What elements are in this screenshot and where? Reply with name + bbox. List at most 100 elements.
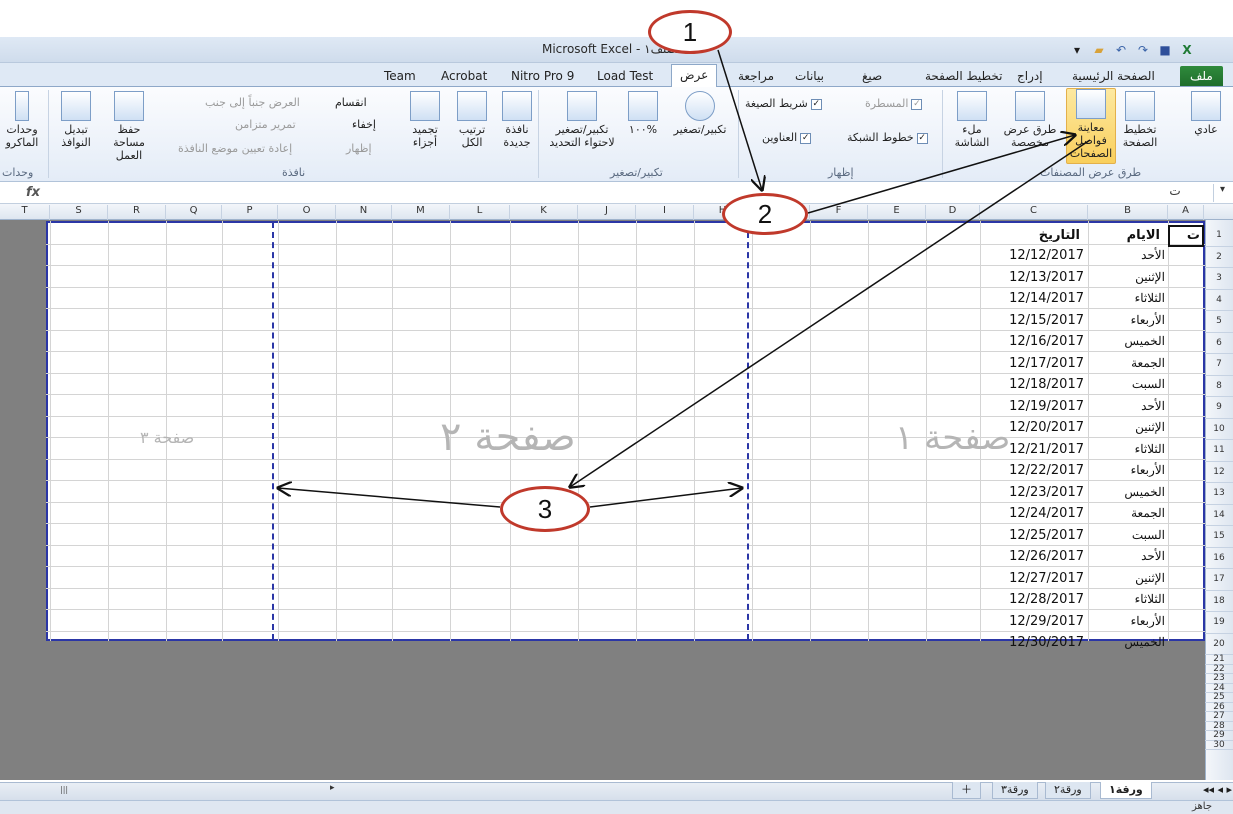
insert-sheet-icon[interactable]: ＋	[952, 782, 981, 799]
column-header[interactable]: P	[222, 205, 278, 220]
date-cell[interactable]: 12/17/2017	[982, 356, 1084, 371]
open-icon[interactable]: ▰	[1090, 41, 1108, 59]
row-header[interactable]: 19	[1205, 612, 1233, 634]
column-header[interactable]: F	[810, 205, 868, 220]
split-button[interactable]: انقسام	[335, 96, 367, 109]
date-cell[interactable]: 12/30/2017	[982, 635, 1084, 650]
column-header[interactable]: R	[108, 205, 166, 220]
sheet-tab-1[interactable]: ورقة١	[1100, 782, 1152, 799]
day-cell[interactable]: الخميس	[1090, 334, 1165, 348]
ruler-checkbox[interactable]: ✓المسطرة	[865, 97, 923, 110]
page-break-line[interactable]	[272, 222, 274, 640]
column-header[interactable]: J	[578, 205, 636, 220]
row-header[interactable]: 13	[1205, 483, 1233, 505]
save-workspace-button[interactable]: حفظ مساحة العمل	[100, 91, 158, 163]
tab-review[interactable]: مراجعة	[738, 66, 774, 86]
day-cell[interactable]: السبت	[1090, 528, 1165, 542]
header-cell-date[interactable]: التاريخ	[990, 228, 1080, 243]
header-cell-days[interactable]: الايام	[1100, 228, 1160, 243]
date-cell[interactable]: 12/15/2017	[982, 313, 1084, 328]
switch-windows-button[interactable]: تبديل النوافذ	[54, 91, 98, 163]
new-window-button[interactable]: نافذة جديدة	[498, 91, 536, 163]
date-cell[interactable]: 12/24/2017	[982, 506, 1084, 521]
column-header[interactable]: I	[636, 205, 694, 220]
row-header[interactable]: 18	[1205, 591, 1233, 612]
name-box[interactable]: ت	[1150, 184, 1200, 202]
tab-insert[interactable]: إدراج	[1017, 66, 1043, 86]
column-header[interactable]: N	[336, 205, 392, 220]
column-header[interactable]: K	[510, 205, 578, 220]
column-header[interactable]: Q	[166, 205, 222, 220]
normal-view-button[interactable]: عادي	[1183, 91, 1229, 163]
tab-page-layout[interactable]: تخطيط الصفحة	[925, 66, 1002, 86]
row-header[interactable]: 14	[1205, 505, 1233, 526]
date-cell[interactable]: 12/12/2017	[982, 248, 1084, 263]
expand-formula-bar-icon[interactable]: ▾	[1213, 184, 1231, 202]
day-cell[interactable]: الإثنين	[1090, 571, 1165, 585]
column-header[interactable]: S	[50, 205, 108, 220]
full-screen-button[interactable]: ملء الشاشة	[948, 91, 996, 163]
day-cell[interactable]: الجمعة	[1090, 506, 1165, 520]
day-cell[interactable]: الثلاثاء	[1090, 291, 1165, 305]
day-cell[interactable]: الأحد	[1090, 248, 1165, 262]
tab-formulas[interactable]: صيغ	[862, 66, 882, 86]
sheet-tab-3[interactable]: ورقة٣	[992, 782, 1038, 799]
tab-view[interactable]: عرض	[671, 64, 718, 88]
date-cell[interactable]: 12/23/2017	[982, 485, 1084, 500]
column-header[interactable]: E	[868, 205, 926, 220]
day-cell[interactable]: الإثنين	[1090, 420, 1165, 434]
tab-home[interactable]: الصفحة الرئيسية	[1072, 66, 1155, 86]
column-header[interactable]: A	[1168, 205, 1204, 220]
day-cell[interactable]: الأحد	[1090, 549, 1165, 563]
row-header[interactable]: 15	[1205, 526, 1233, 548]
day-cell[interactable]: الجمعة	[1090, 356, 1165, 370]
day-cell[interactable]: الإثنين	[1090, 270, 1165, 284]
date-cell[interactable]: 12/28/2017	[982, 592, 1084, 607]
date-cell[interactable]: 12/16/2017	[982, 334, 1084, 349]
date-cell[interactable]: 12/13/2017	[982, 270, 1084, 285]
page-layout-view-button[interactable]: تخطيط الصفحة	[1117, 91, 1163, 163]
column-header[interactable]: B	[1088, 205, 1168, 220]
custom-views-button[interactable]: طرق عرض مخصصة	[998, 91, 1062, 163]
gridlines-checkbox[interactable]: ✓خطوط الشبكة	[847, 131, 928, 144]
row-header[interactable]: 5	[1205, 311, 1233, 333]
day-cell[interactable]: الثلاثاء	[1090, 592, 1165, 606]
undo-icon[interactable]: ↶	[1112, 41, 1130, 59]
scroll-right-icon[interactable]: ▸	[330, 783, 342, 798]
save-icon[interactable]: ■	[1156, 41, 1174, 59]
tab-file[interactable]: ملف	[1180, 66, 1223, 86]
row-header[interactable]: 12	[1205, 462, 1233, 483]
tab-load-test[interactable]: Load Test	[597, 66, 653, 86]
formula-bar[interactable]	[0, 182, 1233, 204]
day-cell[interactable]: الخميس	[1090, 485, 1165, 499]
unhide-button[interactable]: إظهار	[346, 142, 372, 155]
day-cell[interactable]: الثلاثاء	[1090, 442, 1165, 456]
column-header[interactable]: L	[450, 205, 510, 220]
customize-qat-icon[interactable]: ▾	[1068, 41, 1086, 59]
headings-checkbox[interactable]: ✓العناوين	[762, 131, 812, 144]
hide-button[interactable]: إخفاء	[352, 118, 376, 131]
column-header[interactable]: T	[0, 205, 50, 220]
zoom-selection-button[interactable]: تكبير/تصغير لاحتواء التحديد	[543, 91, 621, 163]
date-cell[interactable]: 12/29/2017	[982, 614, 1084, 629]
row-header[interactable]: 1	[1205, 225, 1233, 247]
row-header[interactable]: 30	[1205, 740, 1233, 750]
row-header[interactable]: 3	[1205, 268, 1233, 290]
page-break-preview-button[interactable]: معاينة فواصل الصفحات	[1066, 88, 1116, 164]
date-cell[interactable]: 12/20/2017	[982, 420, 1084, 435]
date-cell[interactable]: 12/26/2017	[982, 549, 1084, 564]
column-header[interactable]: O	[278, 205, 336, 220]
tab-acrobat[interactable]: Acrobat	[441, 66, 487, 86]
macros-button[interactable]: وحدات الماكرو	[0, 91, 44, 163]
column-header[interactable]: M	[392, 205, 450, 220]
row-header[interactable]: 11	[1205, 440, 1233, 462]
sync-scroll-button[interactable]: تمرير متزامن	[235, 118, 296, 131]
row-header[interactable]: 6	[1205, 333, 1233, 354]
day-cell[interactable]: الأربعاء	[1090, 463, 1165, 477]
day-cell[interactable]: الأربعاء	[1090, 313, 1165, 327]
date-cell[interactable]: 12/22/2017	[982, 463, 1084, 478]
redo-icon[interactable]: ↷	[1134, 41, 1152, 59]
reset-position-button[interactable]: إعادة تعيين موضع النافذة	[178, 142, 292, 155]
row-header[interactable]: 2	[1205, 247, 1233, 268]
scrollbar-thumb[interactable]: |||	[60, 785, 74, 797]
